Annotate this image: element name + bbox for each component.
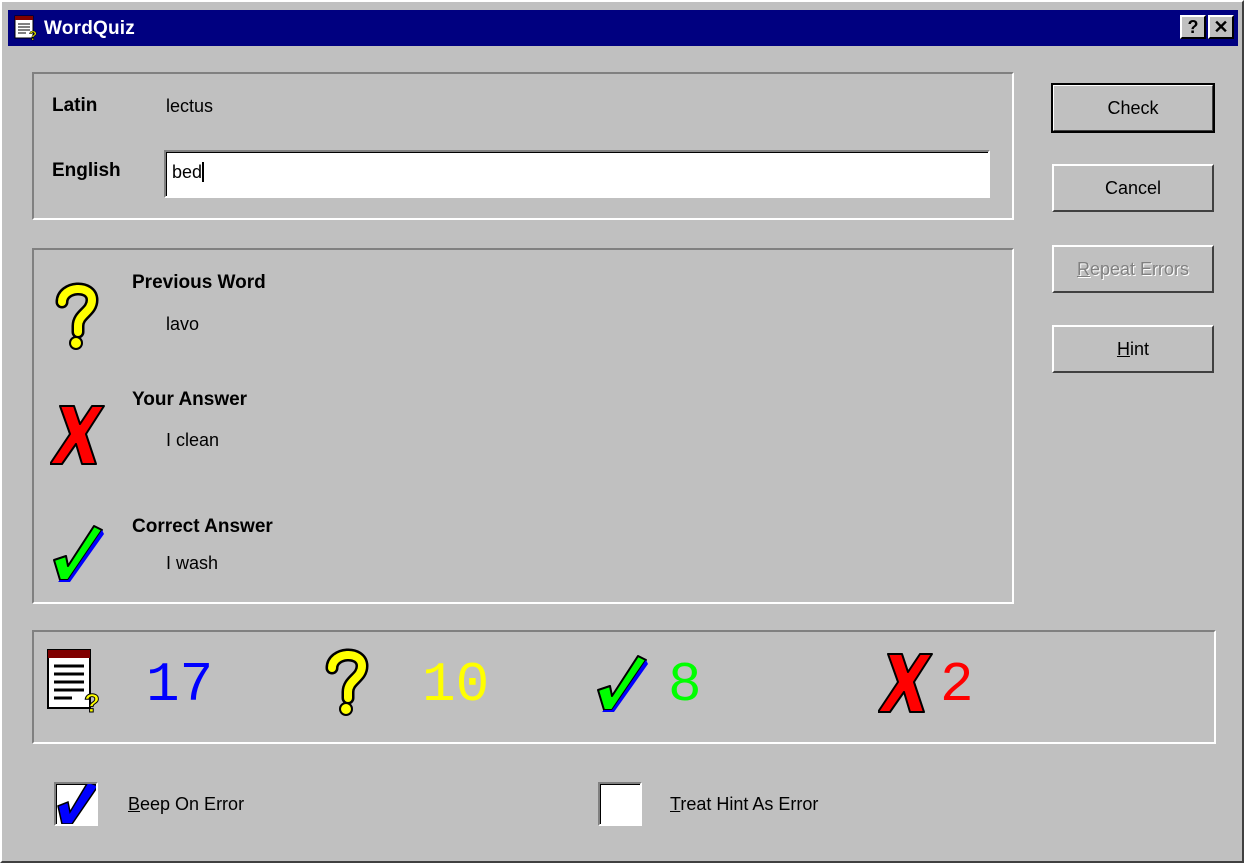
remaining-count-display: 10	[422, 654, 489, 706]
previous-word-label: Previous Word	[132, 272, 266, 293]
cross-mark-icon	[878, 653, 933, 713]
correct-answer-label: Correct Answer	[132, 516, 273, 537]
app-icon: ?	[14, 15, 37, 41]
total-count-display: 17	[146, 654, 213, 706]
beep-on-error-label[interactable]: Beep On Error	[128, 794, 244, 815]
hint-button[interactable]: Hint	[1052, 325, 1214, 373]
treat-hint-as-error-label[interactable]: Treat Hint As Error	[670, 794, 818, 815]
treat-hint-as-error-checkbox[interactable]	[598, 782, 642, 826]
svg-text:?: ?	[29, 28, 37, 41]
errors-count-display: 2	[940, 654, 974, 706]
previous-word-value: lavo	[166, 314, 200, 334]
cross-mark-icon	[50, 405, 105, 465]
window-title: WordQuiz	[44, 18, 135, 39]
beep-on-error-checkbox[interactable]	[54, 781, 100, 826]
checkbox-check-icon	[57, 781, 100, 825]
feedback-group	[32, 248, 1014, 604]
correct-count: 8	[668, 654, 702, 706]
check-mark-icon	[597, 655, 648, 712]
correct-count-display: 8	[668, 654, 702, 706]
latin-word: lectus	[166, 96, 214, 116]
title-bar[interactable]: ? WordQuiz ? ✕	[8, 10, 1238, 46]
check-mark-icon	[53, 525, 104, 582]
hint-mnemonic: H	[1116, 339, 1130, 359]
beep-mnemonic: B	[128, 794, 141, 814]
hint-error-mnemonic: T	[670, 794, 681, 814]
your-answer-value: I clean	[166, 430, 220, 450]
beep-label-text: eep On Error	[140, 794, 245, 814]
svg-text:?: ?	[84, 688, 100, 714]
repeat-errors-label: epeat Errors	[1089, 259, 1190, 279]
text-caret	[202, 162, 205, 182]
remaining-count: 10	[422, 654, 489, 706]
repeat-errors-mnemonic: R	[1076, 259, 1090, 279]
hint-label: int	[1129, 339, 1149, 359]
english-label: English	[52, 160, 121, 181]
total-count: 17	[146, 654, 213, 706]
latin-label: Latin	[52, 95, 98, 116]
check-button[interactable]: Check	[1051, 83, 1215, 133]
correct-answer-value: I wash	[166, 553, 219, 573]
english-answer-value: bed	[172, 162, 203, 182]
repeat-errors-button[interactable]: Repeat Errors	[1052, 245, 1214, 293]
close-button[interactable]: ✕	[1208, 15, 1234, 39]
english-answer-input[interactable]: bed	[164, 150, 990, 198]
cancel-button[interactable]: Cancel	[1052, 164, 1214, 212]
your-answer-label: Your Answer	[132, 389, 248, 410]
errors-count: 2	[940, 654, 974, 706]
hint-error-label-text: reat Hint As Error	[680, 794, 819, 814]
question-mark-icon	[325, 648, 369, 716]
question-mark-icon	[55, 282, 99, 350]
word-list-icon: ?	[47, 649, 100, 714]
help-button[interactable]: ?	[1180, 15, 1206, 39]
wordquiz-dialog: ? WordQuiz ? ✕ Latin lectus English bed …	[0, 0, 1244, 863]
